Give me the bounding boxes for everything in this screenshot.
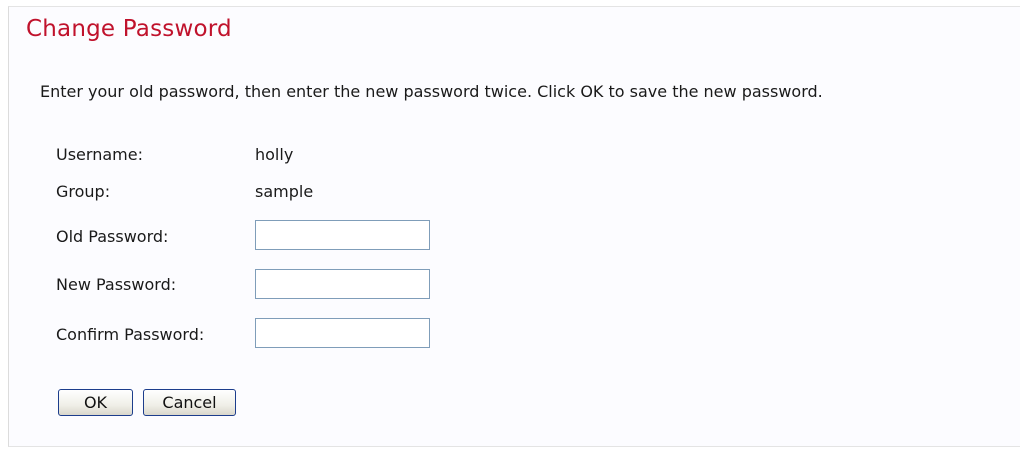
confirm-password-field[interactable]	[255, 318, 430, 348]
new-password-label: New Password:	[56, 275, 177, 294]
username-label: Username:	[56, 145, 143, 164]
ok-button[interactable]: OK	[58, 389, 133, 416]
confirm-password-label: Confirm Password:	[56, 325, 205, 344]
new-password-field[interactable]	[255, 269, 430, 299]
page-title: Change Password	[26, 16, 232, 42]
username-value: holly	[255, 145, 294, 164]
instructions-text: Enter your old password, then enter the …	[40, 82, 823, 101]
group-value: sample	[255, 182, 314, 201]
group-label: Group:	[56, 182, 111, 201]
old-password-field[interactable]	[255, 220, 430, 250]
old-password-label: Old Password:	[56, 227, 169, 246]
cancel-button[interactable]: Cancel	[143, 389, 236, 416]
change-password-panel: Change Password Enter your old password,…	[8, 6, 1020, 447]
